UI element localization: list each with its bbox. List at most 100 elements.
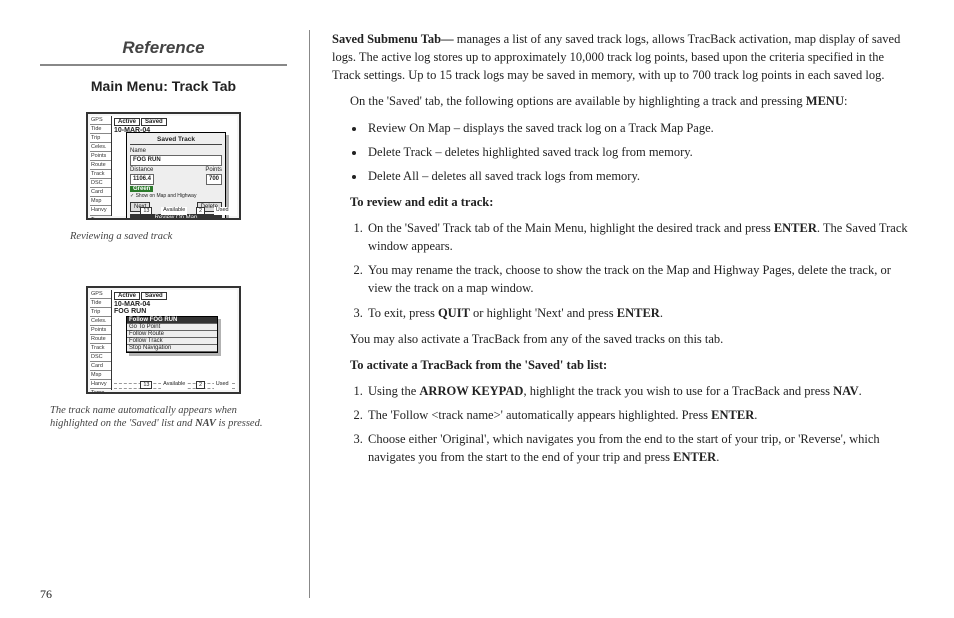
lead-in: Saved Submenu Tab— — [332, 32, 454, 46]
avail-label: Available — [161, 207, 187, 215]
side-item: Track — [90, 170, 111, 179]
pts-label: Points — [205, 166, 222, 174]
heading-review-edit: To review and edit a track: — [350, 193, 914, 211]
side-item: GPS — [90, 116, 111, 125]
btn-review-map: Review On Map — [130, 214, 222, 220]
list-item: To exit, press QUIT or highlight 'Next' … — [366, 304, 914, 322]
t: NAV — [833, 384, 858, 398]
list-item: The 'Follow <track name>' automatically … — [366, 406, 914, 424]
side-item: Celes. — [90, 143, 111, 152]
show-on-label: Show on Map and Highway — [136, 193, 197, 199]
dist-value: 1106.4 — [130, 174, 154, 184]
page-number: 76 — [40, 587, 52, 602]
t: or highlight 'Next' and press — [470, 306, 617, 320]
t: The 'Follow <track name>' automatically … — [368, 408, 711, 422]
fig1-tab-saved: Saved — [141, 118, 167, 126]
side-item: DSC — [90, 353, 111, 362]
tracback-steps: Using the ARROW KEYPAD, highlight the tr… — [366, 382, 914, 467]
right-column: Saved Submenu Tab— manages a list of any… — [310, 30, 914, 598]
t: Choose either 'Original', which navigate… — [368, 432, 880, 464]
fig2-nav-menu: Follow FOG RUN Go To Point Follow Route … — [126, 316, 218, 353]
nav-menu-item: Go To Point — [127, 324, 217, 331]
side-item: Track — [90, 344, 111, 353]
t: . — [716, 450, 719, 464]
used-count: 2 — [196, 207, 205, 215]
nav-menu-item: Follow Route — [127, 331, 217, 338]
list-item: Review On Map – displays the saved track… — [366, 119, 914, 137]
list-item: You may rename the track, choose to show… — [366, 261, 914, 297]
options-list: Review On Map – displays the saved track… — [366, 119, 914, 185]
side-item: Hanvy — [90, 380, 111, 389]
pts-value: 700 — [206, 174, 222, 184]
heading-activate-tracback: To activate a TracBack from the 'Saved' … — [350, 356, 914, 374]
side-item: Trip — [90, 308, 111, 317]
side-item: Hanvy — [90, 206, 111, 215]
t: Using the — [368, 384, 419, 398]
t: ENTER — [711, 408, 754, 422]
side-item: Card — [90, 362, 111, 371]
figure-nav-menu: GPS Tide Trip Celes. Points Route Track … — [86, 286, 241, 394]
t: , highlight the track you wish to use fo… — [523, 384, 833, 398]
used-label: Used — [214, 381, 231, 389]
t: QUIT — [438, 306, 470, 320]
popup-name-label: Name — [130, 147, 222, 155]
side-item: Msp — [90, 197, 111, 206]
figure1-caption: Reviewing a saved track — [70, 230, 277, 244]
review-steps: On the 'Saved' Track tab of the Main Men… — [366, 219, 914, 322]
t: . — [660, 306, 663, 320]
t: To exit, press — [368, 306, 438, 320]
side-item: GPS — [90, 290, 111, 299]
side-item: Points — [90, 152, 111, 161]
t: . — [859, 384, 862, 398]
list-item: Delete All – deletes all saved track log… — [366, 167, 914, 185]
t: ARROW KEYPAD — [419, 384, 523, 398]
side-item: DSC — [90, 179, 111, 188]
avail-label: Available — [161, 381, 187, 389]
tracback-intro: You may also activate a TracBack from an… — [350, 330, 914, 348]
fig2-sidebar: GPS Tide Trip Celes. Points Route Track … — [90, 290, 112, 390]
used-label: Used — [214, 207, 231, 215]
page-subtitle: Main Menu: Track Tab — [40, 78, 287, 94]
fig1-main: Active Saved 10-MAR-04 Saved Track Name … — [112, 116, 237, 216]
side-item: Card — [90, 188, 111, 197]
fig2-tab-active: Active — [114, 292, 140, 300]
avail-count: 13 — [140, 381, 152, 389]
nav-menu-item: Follow Track — [127, 338, 217, 345]
t: . — [754, 408, 757, 422]
fig2-date: 10-MAR-04 — [114, 301, 235, 308]
p2a: On the 'Saved' tab, the following option… — [350, 94, 806, 108]
fig2-main: Active Saved 10-MAR-04 FOG RUN Follow FO… — [112, 290, 237, 390]
p2c: : — [844, 94, 847, 108]
side-item: Celes. — [90, 317, 111, 326]
side-item: Tide — [90, 125, 111, 134]
t: ENTER — [774, 221, 817, 235]
intro-paragraph: Saved Submenu Tab— manages a list of any… — [332, 30, 914, 84]
fig1-tab-active: Active — [114, 118, 140, 126]
list-item: On the 'Saved' Track tab of the Main Men… — [366, 219, 914, 255]
avail-count: 13 — [140, 207, 152, 215]
left-column: Reference Main Menu: Track Tab GPS Tide … — [40, 30, 310, 598]
saved-tab-intro: On the 'Saved' tab, the following option… — [350, 92, 914, 110]
fig2-row1: FOG RUN — [114, 308, 235, 315]
side-item: Temp — [90, 389, 111, 393]
list-item: Using the ARROW KEYPAD, highlight the tr… — [366, 382, 914, 400]
side-item: Points — [90, 326, 111, 335]
side-item: Route — [90, 161, 111, 170]
nav-menu-item: Follow FOG RUN — [127, 317, 217, 324]
color-value: Green — [130, 186, 153, 192]
p2b: MENU — [806, 94, 844, 108]
fig2-tab-saved: Saved — [141, 292, 167, 300]
side-item: Tide — [90, 299, 111, 308]
dist-label: Distance — [130, 166, 153, 174]
list-item: Delete Track – deletes highlighted saved… — [366, 143, 914, 161]
nav-menu-item: Stop Navigation — [127, 345, 217, 352]
popup-name-value: FOG RUN — [130, 155, 222, 165]
figure-saved-track: GPS Tide Trip Celes. Points Route Track … — [86, 112, 241, 220]
side-item: Temp — [90, 216, 111, 220]
t: ENTER — [617, 306, 660, 320]
t: On the 'Saved' Track tab of the Main Men… — [368, 221, 774, 235]
caption2-text: The track name automatically appears whe… — [50, 405, 262, 430]
side-item: Route — [90, 335, 111, 344]
used-count: 2 — [196, 381, 205, 389]
manual-page: Reference Main Menu: Track Tab GPS Tide … — [0, 0, 954, 618]
